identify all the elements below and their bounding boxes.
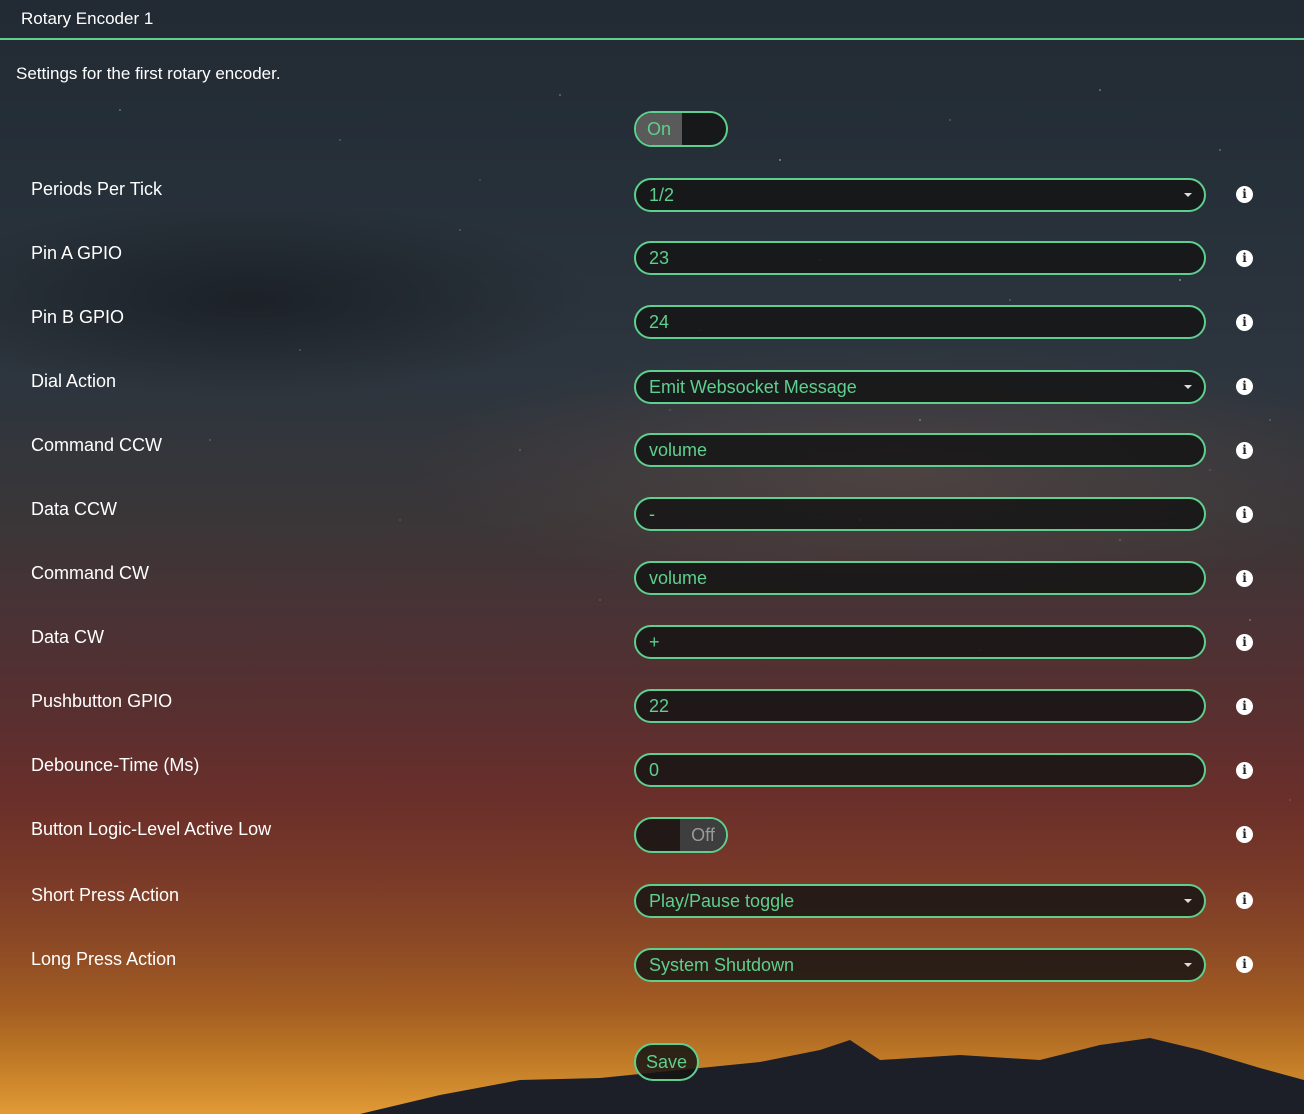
debounce-time-label: Debounce-Time (Ms) [31,755,200,775]
data-ccw-label: Data CCW [31,499,118,519]
pin-a-gpio-input[interactable]: 23 [634,241,1206,275]
pin-b-gpio-label: Pin B GPIO [31,307,125,327]
data-cw-input[interactable]: + [634,625,1206,659]
chevron-down-icon [1184,385,1192,389]
info-icon[interactable]: i [1236,892,1253,909]
info-icon[interactable]: i [1236,698,1253,715]
periods-per-tick-label: Periods Per Tick [31,179,163,199]
command-cw-input[interactable]: volume [634,561,1206,595]
save-button[interactable]: Save [634,1043,699,1081]
button-logic-level-toggle[interactable]: Off [634,817,728,853]
info-icon[interactable]: i [1236,378,1253,395]
info-icon[interactable]: i [1236,826,1253,843]
info-icon[interactable]: i [1236,762,1253,779]
info-icon[interactable]: i [1236,634,1253,651]
long-press-action-label: Long Press Action [31,949,177,969]
dial-action-value: Emit Websocket Message [649,377,857,397]
data-ccw-input[interactable]: - [634,497,1206,531]
info-icon[interactable]: i [1236,250,1253,267]
long-press-action-value: System Shutdown [649,955,795,975]
chevron-down-icon [1184,193,1192,197]
pin-b-gpio-input[interactable]: 24 [634,305,1206,339]
dial-action-label: Dial Action [31,371,117,391]
pushbutton-gpio-input[interactable]: 22 [634,689,1206,723]
panel-description: Settings for the first rotary encoder. [16,64,281,83]
mountain-silhouette [360,1038,1304,1114]
info-icon[interactable]: i [1236,186,1253,203]
enable-toggle-on-label: On [636,113,682,145]
pin-a-gpio-label: Pin A GPIO [31,243,123,263]
dial-action-select[interactable]: Emit Websocket Message [634,370,1206,404]
button-logic-level-label: Button Logic-Level Active Low [31,819,272,839]
debounce-time-input[interactable]: 0 [634,753,1206,787]
info-icon[interactable]: i [1236,570,1253,587]
short-press-action-label: Short Press Action [31,885,180,905]
info-icon[interactable]: i [1236,506,1253,523]
periods-per-tick-select[interactable]: 1/2 [634,178,1206,212]
short-press-action-select[interactable]: Play/Pause toggle [634,884,1206,918]
data-cw-label: Data CW [31,627,105,647]
starfield-background [119,89,1291,801]
command-cw-label: Command CW [31,563,150,583]
info-icon[interactable]: i [1236,956,1253,973]
info-icon[interactable]: i [1236,442,1253,459]
info-icon[interactable]: i [1236,314,1253,331]
command-ccw-label: Command CCW [31,435,163,455]
panel-header: Rotary Encoder 1 [0,0,1304,40]
panel-title: Rotary Encoder 1 [21,9,154,28]
short-press-action-value: Play/Pause toggle [649,891,795,911]
chevron-down-icon [1184,899,1192,903]
chevron-down-icon [1184,963,1192,967]
pushbutton-gpio-label: Pushbutton GPIO [31,691,173,711]
long-press-action-select[interactable]: System Shutdown [634,948,1206,982]
enable-toggle[interactable]: On [634,111,728,147]
button-logic-level-off-label: Off [680,819,726,851]
periods-per-tick-value: 1/2 [649,185,675,205]
command-ccw-input[interactable]: volume [634,433,1206,467]
